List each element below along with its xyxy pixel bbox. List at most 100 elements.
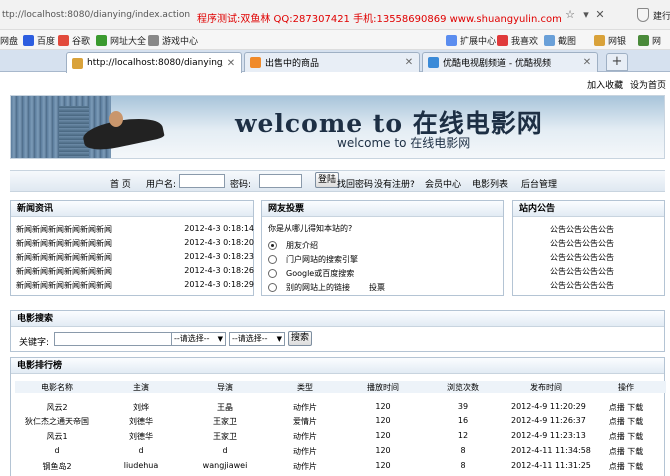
news-title[interactable]: 新闻新闻新闻新闻新闻新闻: [16, 224, 112, 235]
radio-button[interactable]: [268, 240, 277, 250]
category-select[interactable]: --请选择-- ▼: [171, 332, 226, 346]
banner-subtitle: welcome to 在线电影网: [337, 136, 471, 150]
bank-extension-label[interactable]: 建行: [653, 9, 670, 22]
star-icon[interactable]: ☆: [562, 7, 578, 23]
nav-home-link[interactable]: 首 页: [110, 177, 131, 190]
column-header: 发布时间: [530, 383, 562, 392]
region-select[interactable]: --请选择-- ▼: [229, 332, 285, 346]
news-time: 2012-4-3 0:18:14: [184, 224, 254, 233]
add-favorite-link[interactable]: 加入收藏: [587, 81, 623, 91]
column-header: 主演: [133, 383, 149, 392]
movie-name-link[interactable]: 风云1: [27, 431, 87, 442]
bookmark-google[interactable]: 谷歌: [58, 33, 90, 47]
table-cell: 动作片: [293, 432, 317, 441]
member-center-link[interactable]: 会员中心: [425, 177, 461, 190]
movie-list-link[interactable]: 电影列表: [472, 177, 508, 190]
search-button[interactable]: 搜索: [288, 331, 312, 346]
news-item[interactable]: 新闻新闻新闻新闻新闻新闻 2012-4-3 0:18:20: [16, 238, 254, 250]
google-icon: [58, 34, 69, 46]
poll-question: 你是从哪儿得知本站的?: [268, 224, 353, 233]
radio-button[interactable]: [268, 282, 277, 292]
column-header: 操作: [618, 383, 634, 392]
password-label: 密码:: [230, 180, 252, 190]
poll-option[interactable]: Google或百度搜索: [268, 267, 354, 279]
building-image: [59, 106, 89, 158]
play-download-links[interactable]: 点播 下载: [601, 416, 651, 427]
close-icon[interactable]: ✕: [404, 57, 414, 68]
tab-localhost[interactable]: http://localhost:8080/dianying/ind... ✕: [66, 52, 242, 73]
bookmark-screenshot[interactable]: 截图: [544, 33, 576, 47]
table-cell: 120: [375, 446, 391, 455]
close-icon[interactable]: ✕: [592, 7, 608, 23]
radio-button[interactable]: [268, 268, 277, 278]
table-cell: 120: [375, 402, 391, 411]
vote-link[interactable]: 投票: [369, 282, 385, 293]
news-title[interactable]: 新闻新闻新闻新闻新闻新闻: [16, 238, 112, 249]
bookmark-baidu[interactable]: 百度: [23, 33, 55, 47]
news-item[interactable]: 新闻新闻新闻新闻新闻新闻 2012-4-3 0:18:14: [16, 224, 254, 236]
table-cell: 刘德华: [129, 417, 153, 426]
bookmark-more[interactable]: 网: [638, 33, 661, 47]
password-input[interactable]: [259, 174, 302, 188]
scissors-icon: [544, 34, 555, 46]
table-cell: 动作片: [293, 462, 317, 471]
new-tab-plus-icon[interactable]: +: [606, 53, 628, 71]
notice-item[interactable]: 公告公告公告公告: [550, 280, 614, 292]
url-field[interactable]: ttp://localhost:8080/dianying/index.acti…: [2, 10, 190, 20]
movie-name-link[interactable]: d: [27, 446, 87, 455]
tab-youku[interactable]: 优酷电视剧频道 - 优酷视频 ✕: [422, 52, 598, 72]
radio-button[interactable]: [268, 254, 277, 264]
bookmark-site-nav[interactable]: 网址大全: [96, 33, 146, 47]
movie-name-link[interactable]: 风云2: [27, 402, 87, 413]
poll-option[interactable]: 朋友介绍: [268, 239, 318, 251]
play-download-links[interactable]: 点播 下载: [601, 402, 651, 413]
table-row: 钢鱼岛2 liudehua wangjiawei 动作片 120 8 2012-…: [15, 460, 666, 473]
play-download-links[interactable]: 点播 下载: [601, 431, 651, 442]
notice-item[interactable]: 公告公告公告公告: [550, 224, 614, 236]
news-title[interactable]: 新闻新闻新闻新闻新闻新闻: [16, 280, 112, 291]
play-download-links[interactable]: 点播 下载: [601, 461, 651, 472]
play-download-links[interactable]: 点播 下载: [601, 446, 651, 457]
chevron-down-icon: ▼: [276, 335, 282, 343]
close-icon[interactable]: ✕: [582, 57, 592, 68]
site-banner: welcome to 在线电影网 welcome to 在线电影网: [10, 95, 665, 159]
register-link[interactable]: 没有注册?: [374, 177, 415, 190]
find-password-link[interactable]: 找回密码: [337, 177, 373, 190]
select-value: --请选择--: [174, 334, 210, 343]
shield-icon[interactable]: [637, 8, 649, 22]
table-cell: 39: [457, 402, 469, 411]
bookmark-netdisk[interactable]: 网盘: [0, 33, 18, 47]
bookmark-extension-center[interactable]: 扩展中心: [446, 33, 496, 47]
poll-option[interactable]: 别的网站上的链接: [268, 281, 350, 293]
news-item[interactable]: 新闻新闻新闻新闻新闻新闻 2012-4-3 0:18:29: [16, 280, 254, 292]
keyword-label: 关键字:: [19, 338, 50, 348]
username-input[interactable]: [179, 174, 225, 188]
login-button[interactable]: 登陆: [315, 172, 339, 188]
poll-option[interactable]: 门户网站的搜索引擎: [268, 253, 358, 265]
news-panel-title: 新闻资讯: [11, 201, 253, 217]
set-homepage-link[interactable]: 设为首页: [630, 81, 666, 91]
bookmark-favorites[interactable]: 我喜欢: [497, 33, 538, 47]
notice-item[interactable]: 公告公告公告公告: [550, 266, 614, 278]
notice-item[interactable]: 公告公告公告公告: [550, 238, 614, 250]
news-time: 2012-4-3 0:18:29: [184, 280, 254, 289]
movie-name-link[interactable]: 钢鱼岛2: [27, 461, 87, 472]
bookmark-netbank[interactable]: 网银: [594, 33, 626, 47]
top-links: 加入收藏 设为首页: [540, 78, 666, 91]
tab-products[interactable]: 出售中的商品 ✕: [244, 52, 420, 72]
gamepad-icon: [148, 34, 159, 46]
news-title[interactable]: 新闻新闻新闻新闻新闻新闻: [16, 252, 112, 263]
admin-link[interactable]: 后台管理: [521, 177, 557, 190]
bookmark-game-center[interactable]: 游戏中心: [148, 33, 198, 47]
news-item[interactable]: 新闻新闻新闻新闻新闻新闻 2012-4-3 0:18:26: [16, 266, 254, 278]
table-cell: liudehua: [123, 461, 159, 470]
close-icon[interactable]: ✕: [226, 58, 236, 69]
movie-name-link[interactable]: 狄仁杰之通天帝国: [19, 416, 95, 427]
poll-option-label: 朋友介绍: [286, 240, 318, 250]
notice-item[interactable]: 公告公告公告公告: [550, 252, 614, 264]
news-title[interactable]: 新闻新闻新闻新闻新闻新闻: [16, 266, 112, 277]
search-panel: 电影搜索 关键字: --请选择-- ▼ --请选择-- ▼ 搜索: [10, 310, 665, 352]
news-item[interactable]: 新闻新闻新闻新闻新闻新闻 2012-4-3 0:18:23: [16, 252, 254, 264]
keyword-input[interactable]: [54, 332, 173, 346]
select-value: --请选择--: [232, 334, 268, 343]
